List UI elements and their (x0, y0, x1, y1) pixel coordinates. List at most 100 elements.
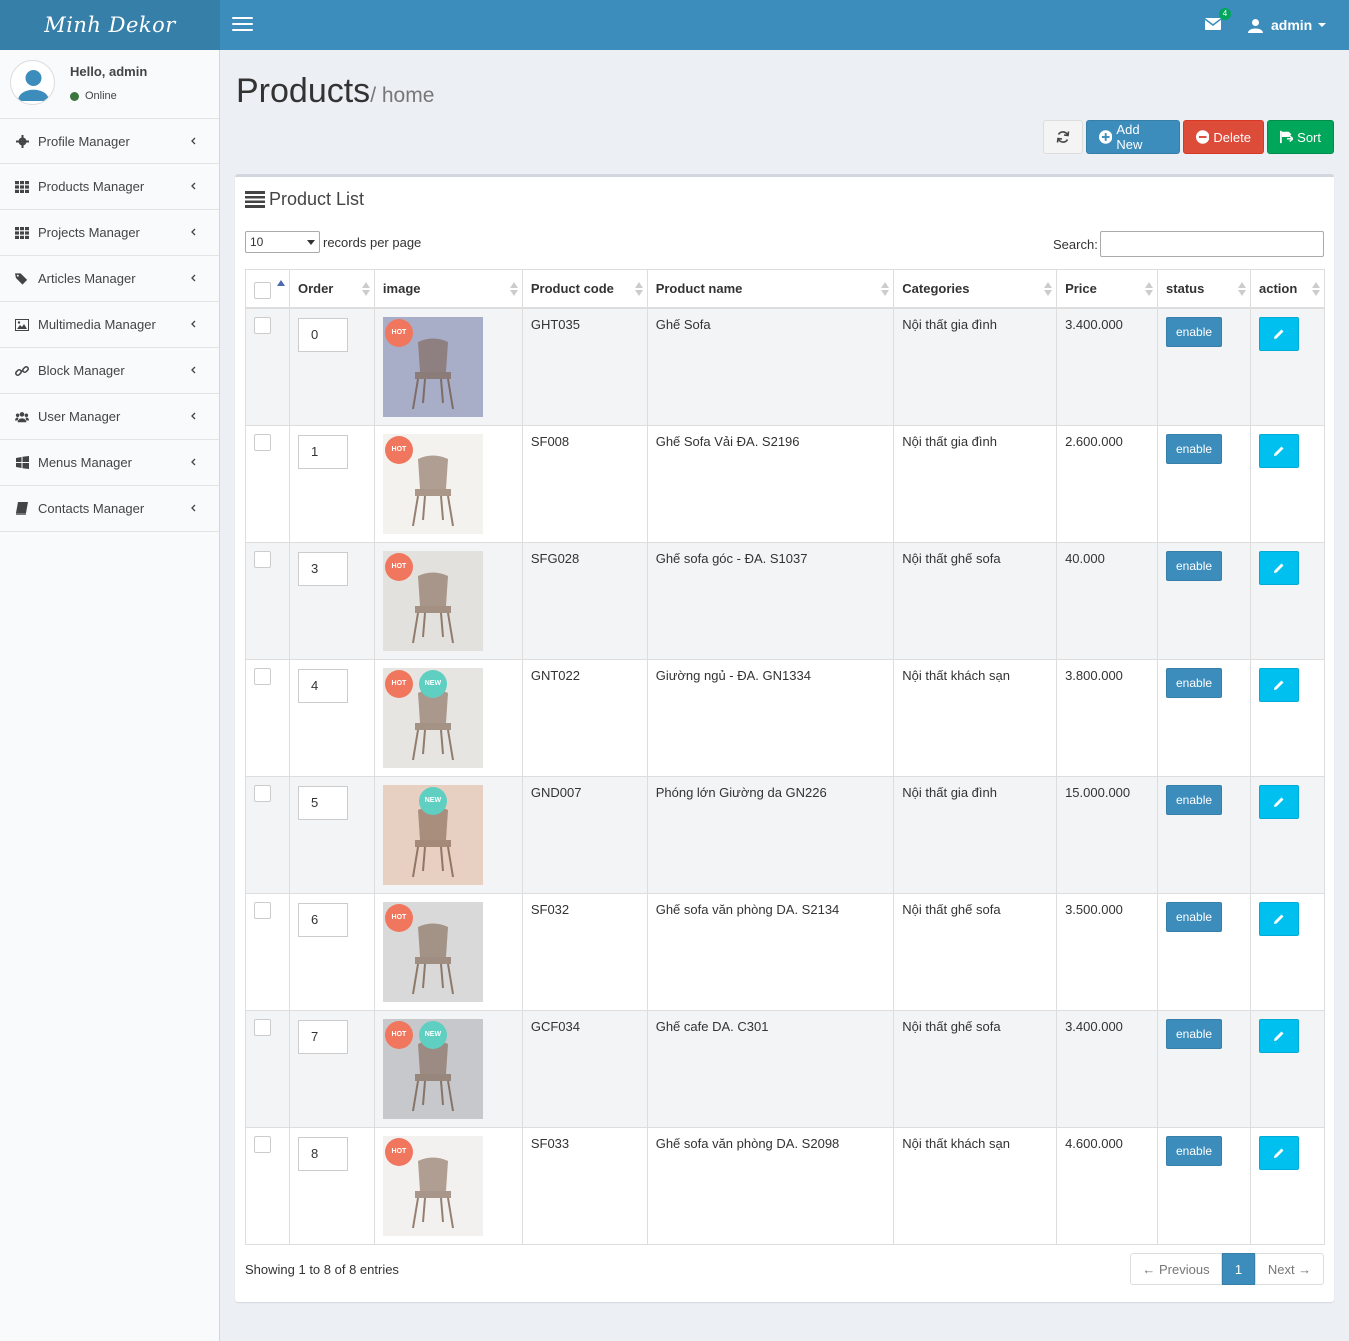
order-input[interactable]: 1 (297, 434, 348, 469)
order-input[interactable]: 5 (297, 785, 348, 820)
row-checkbox[interactable] (254, 1135, 271, 1153)
select-all-checkbox[interactable] (254, 282, 271, 299)
delete-button[interactable]: Delete (1183, 120, 1264, 154)
status-cell: enable (1157, 541, 1251, 660)
status-cell: enable (1157, 1126, 1251, 1245)
product-thumbnail[interactable]: HOT (382, 550, 483, 651)
user-greeting: Hello, admin (70, 64, 148, 79)
edit-button[interactable] (1258, 550, 1299, 585)
status-enable-button[interactable]: enable (1166, 550, 1223, 581)
row-checkbox[interactable] (254, 667, 271, 685)
chevron-left-icon (191, 504, 196, 512)
chevron-left-icon (191, 458, 196, 466)
row-checkbox[interactable] (254, 1018, 271, 1036)
edit-button[interactable] (1258, 316, 1299, 351)
user-menu[interactable]: admin (1248, 0, 1327, 50)
order-input[interactable]: 0 (297, 317, 348, 352)
sidebar-item-user-manager[interactable]: User Manager (0, 394, 219, 440)
column-header-price[interactable]: Price (1056, 269, 1159, 309)
order-input[interactable]: 3 (297, 551, 348, 586)
pagination: ← Previous 1 Next → (1130, 1253, 1324, 1285)
sort-save-icon (1280, 130, 1294, 144)
column-header-categories[interactable]: Categories (893, 269, 1058, 309)
row-checkbox[interactable] (254, 550, 271, 568)
row-checkbox[interactable] (254, 316, 271, 334)
sidebar-item-multimedia-manager[interactable]: Multimedia Manager (0, 302, 219, 348)
sidebar-menu: Profile Manager Products Manager Projects … (0, 118, 219, 532)
next-page-button[interactable]: Next → (1255, 1253, 1324, 1285)
sidebar-item-contacts-manager[interactable]: Contacts Manager (0, 486, 219, 532)
row-checkbox[interactable] (254, 901, 271, 919)
category-cell: Nội thất gia đình (893, 775, 1058, 894)
product-thumbnail[interactable]: HOT (382, 901, 483, 1002)
sort-button[interactable]: Sort (1267, 120, 1334, 154)
new-badge: NEW (418, 669, 447, 698)
pencil-icon (1273, 914, 1284, 924)
product-thumbnail[interactable]: NEW (382, 784, 483, 885)
order-cell: 0 (288, 307, 375, 426)
column-header-image[interactable]: image (373, 269, 523, 309)
column-header-action[interactable]: action (1249, 269, 1326, 309)
status-enable-button[interactable]: enable (1166, 901, 1223, 932)
product-thumbnail[interactable]: HOT NEW (382, 1018, 483, 1119)
order-input[interactable]: 8 (297, 1136, 348, 1171)
status-enable-button[interactable]: enable (1166, 784, 1223, 815)
action-cell (1249, 658, 1326, 777)
hot-badge: HOT (384, 552, 413, 581)
product-code-cell: SF032 (521, 892, 648, 1011)
column-header-product-name[interactable]: Product name (646, 269, 895, 309)
minus-circle-icon (1196, 130, 1210, 144)
edit-button[interactable] (1258, 901, 1299, 936)
pencil-icon (1273, 329, 1284, 339)
select-arrow-icon (307, 240, 315, 245)
edit-button[interactable] (1258, 784, 1299, 819)
status-enable-button[interactable]: enable (1166, 1135, 1223, 1166)
product-thumbnail[interactable]: HOT NEW (382, 667, 483, 768)
sidebar-toggle-icon[interactable] (232, 17, 253, 32)
refresh-button[interactable] (1043, 120, 1083, 154)
sidebar-item-block-manager[interactable]: Block Manager (0, 348, 219, 394)
price-cell: 2.600.000 (1056, 424, 1159, 543)
sidebar-item-articles-manager[interactable]: Articles Manager (0, 256, 219, 302)
row-checkbox[interactable] (254, 433, 271, 451)
column-label: Product name (655, 280, 743, 296)
page-1-button[interactable]: 1 (1222, 1253, 1255, 1285)
order-cell: 4 (288, 658, 375, 777)
product-thumbnail[interactable]: HOT (382, 433, 483, 534)
image-cell: HOT (373, 424, 523, 543)
sidebar-item-menus-manager[interactable]: Menus Manager (0, 440, 219, 486)
edit-button[interactable] (1258, 433, 1299, 468)
status-enable-button[interactable]: enable (1166, 316, 1223, 347)
sort-icon (1044, 282, 1053, 296)
status-cell: enable (1157, 775, 1251, 894)
column-header-status[interactable]: status (1157, 269, 1251, 309)
status-enable-button[interactable]: enable (1166, 433, 1223, 464)
sidebar-item-profile-manager[interactable]: Profile Manager (0, 118, 219, 164)
action-cell (1249, 775, 1326, 894)
sidebar-item-label: Articles Manager (38, 271, 136, 286)
column-header-order[interactable]: Order (288, 269, 375, 309)
sidebar-item-projects-manager[interactable]: Projects Manager (0, 210, 219, 256)
sidebar-item-products-manager[interactable]: Products Manager (0, 164, 219, 210)
column-header-product-code[interactable]: Product code (521, 269, 648, 309)
select-all-column[interactable] (245, 269, 290, 309)
status-enable-button[interactable]: enable (1166, 667, 1223, 698)
product-thumbnail[interactable]: HOT (382, 316, 483, 417)
row-checkbox[interactable] (254, 784, 271, 802)
brand-logo[interactable]: Minh Dekor (0, 0, 220, 50)
edit-button[interactable] (1258, 1018, 1299, 1053)
order-input[interactable]: 7 (297, 1019, 348, 1054)
mail-icon[interactable] (1205, 17, 1221, 31)
edit-button[interactable] (1258, 667, 1299, 702)
search-input[interactable] (1100, 231, 1324, 257)
order-input[interactable]: 4 (297, 668, 348, 703)
previous-page-button[interactable]: ← Previous (1130, 1253, 1222, 1285)
add-new-button[interactable]: Add New (1086, 120, 1180, 154)
product-thumbnail[interactable]: HOT (382, 1135, 483, 1236)
sort-icon (634, 282, 643, 296)
edit-button[interactable] (1258, 1135, 1299, 1170)
order-input[interactable]: 6 (297, 902, 348, 937)
status-enable-button[interactable]: enable (1166, 1018, 1223, 1049)
price-cell: 3.500.000 (1056, 892, 1159, 1011)
page-size-select[interactable]: 10 (245, 231, 320, 253)
